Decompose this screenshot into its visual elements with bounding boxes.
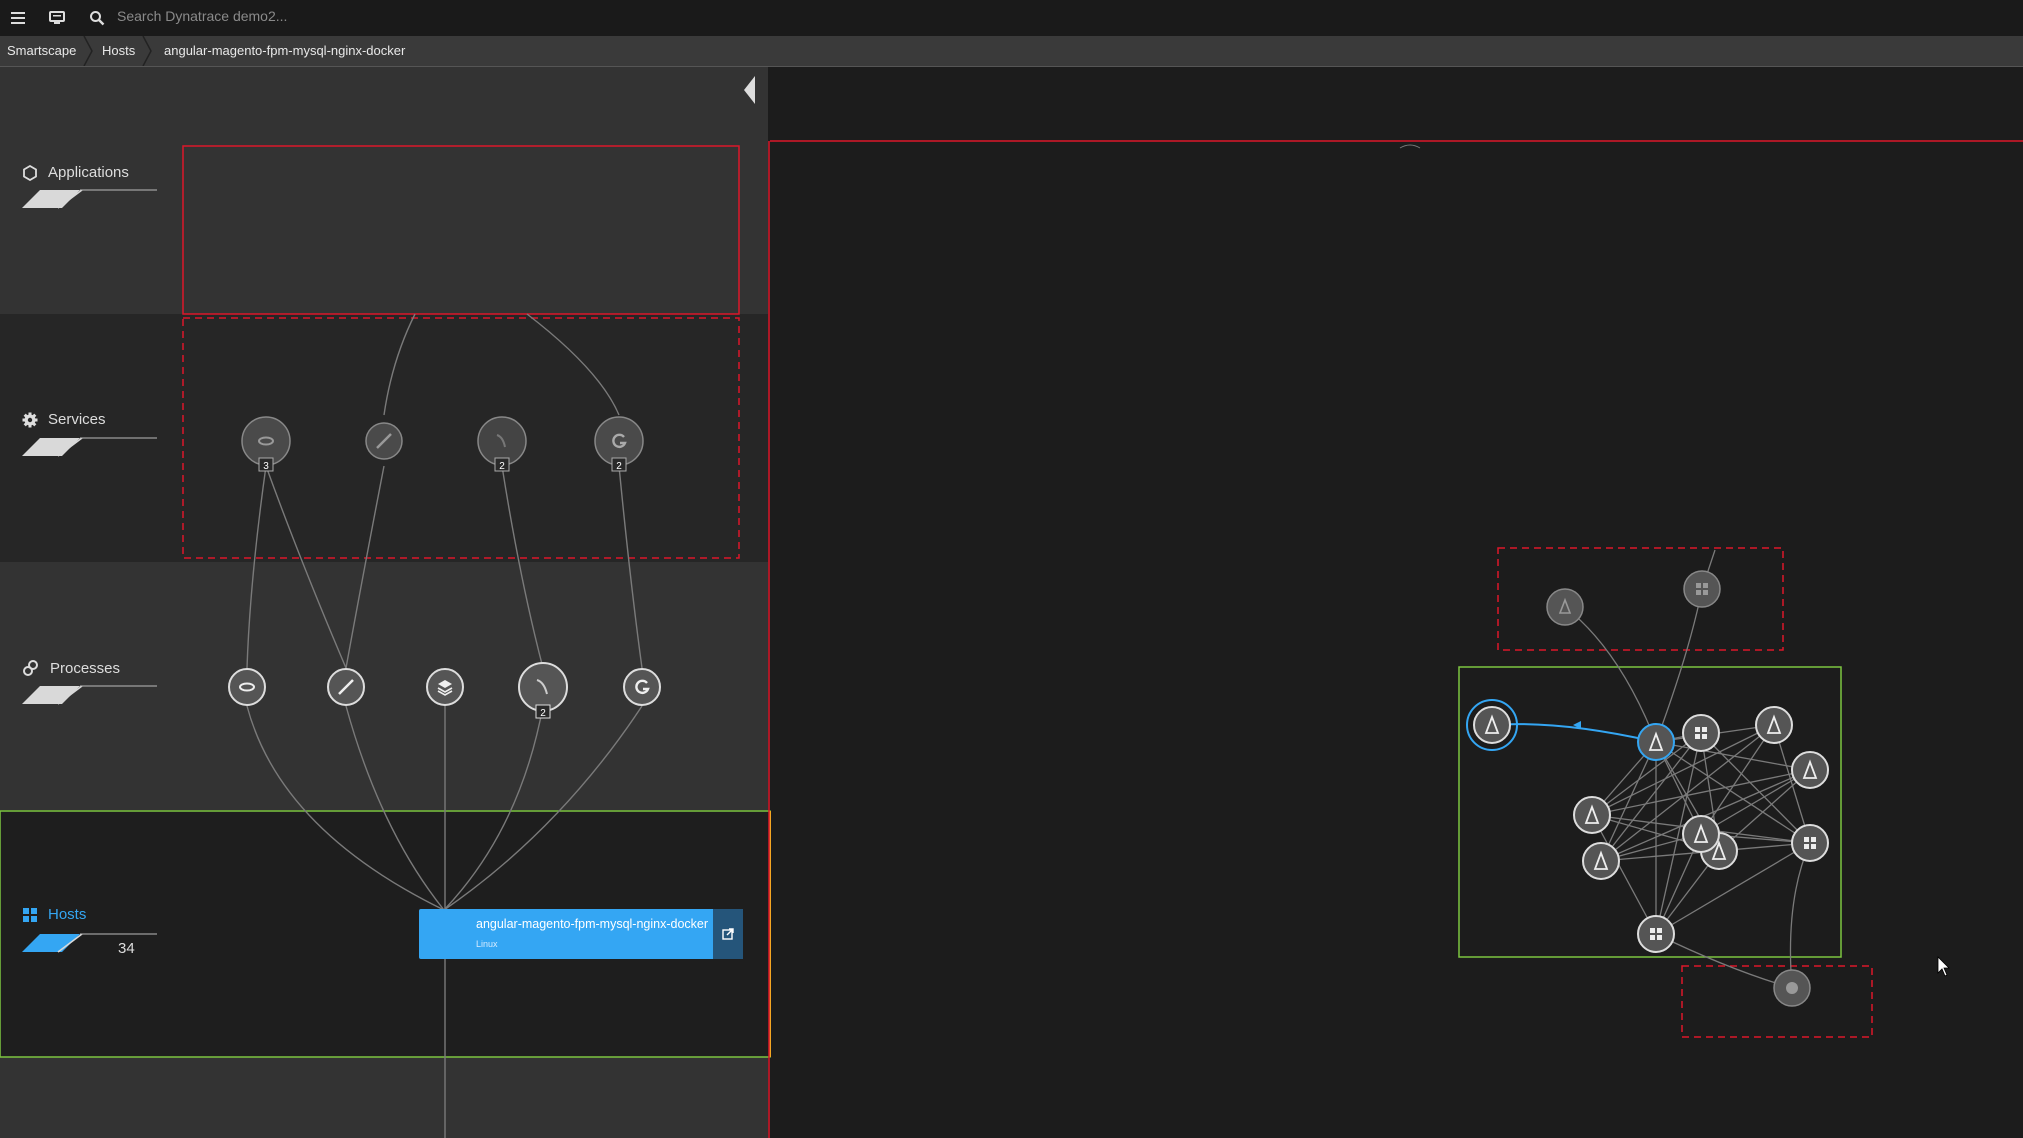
- smartscape-graph: 3 2 2 2: [0, 76, 2023, 1138]
- host-node-windows[interactable]: [1637, 915, 1675, 953]
- external-link-icon[interactable]: [713, 909, 743, 959]
- process-node[interactable]: [426, 668, 464, 706]
- process-badge: 2: [540, 708, 546, 719]
- service-node[interactable]: [365, 422, 403, 460]
- host-node-windows[interactable]: [1682, 714, 1720, 752]
- host-os: Linux: [476, 939, 498, 949]
- service-node[interactable]: 2: [477, 416, 527, 472]
- process-node[interactable]: [623, 668, 661, 706]
- host-node-linux[interactable]: [1791, 751, 1829, 789]
- host-node-windows[interactable]: [1791, 824, 1829, 862]
- problem-cluster-bottom: [1681, 965, 1873, 1038]
- process-node[interactable]: 2: [518, 662, 568, 719]
- host-node-linux[interactable]: [1637, 723, 1675, 761]
- lane-markers: [22, 189, 157, 953]
- mouse-cursor-icon: [1937, 956, 1950, 977]
- host-nodes: [1466, 570, 1829, 1007]
- service-badge: 2: [616, 461, 622, 472]
- process-node[interactable]: [228, 668, 266, 706]
- service-badge: 2: [499, 461, 505, 472]
- stack-connections: [246, 313, 643, 1138]
- problem-cluster-top: [1497, 547, 1784, 651]
- collapse-panel-icon[interactable]: [744, 76, 755, 104]
- host-node-linux[interactable]: [1682, 815, 1720, 853]
- host-node-linux[interactable]: [1573, 796, 1611, 834]
- process-node[interactable]: [327, 668, 365, 706]
- host-node-linux[interactable]: [1582, 842, 1620, 880]
- host-name: angular-magento-fpm-mysql-nginx-docker: [476, 917, 709, 931]
- service-node[interactable]: 2: [594, 416, 644, 472]
- host-node-linux[interactable]: [1755, 706, 1793, 744]
- selected-host-card[interactable]: angular-magento-fpm-mysql-nginx-docker L…: [419, 909, 743, 959]
- service-badge: 3: [263, 461, 269, 472]
- host-node-windows[interactable]: [1683, 570, 1721, 608]
- applications-problem-box: [182, 145, 740, 315]
- host-node-linux[interactable]: [1546, 588, 1584, 626]
- host-node-linux[interactable]: [1473, 706, 1511, 744]
- host-connections: [1564, 549, 1811, 989]
- host-map: [1458, 547, 1873, 1038]
- service-node[interactable]: 3: [241, 416, 291, 472]
- service-nodes: 3 2 2: [241, 416, 644, 472]
